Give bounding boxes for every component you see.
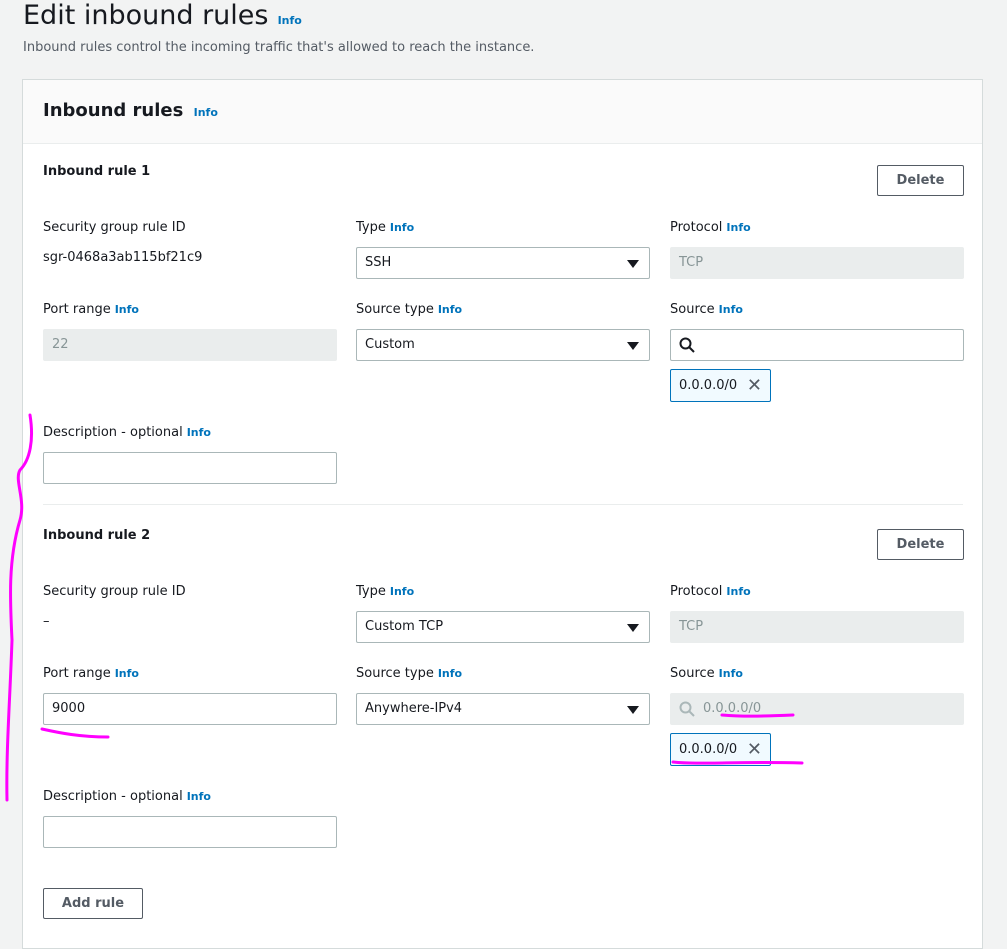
rule-2-source-type-value: Anywhere-IPv4 [365,701,463,716]
rule-2-type-value: Custom TCP [365,619,444,634]
rule-1-description-input[interactable] [43,452,337,484]
port-label-text: Port range [43,666,111,681]
protocol-label-text: Protocol [670,584,723,599]
source-info-link[interactable]: Info [719,303,743,316]
rule-1-source-label: Source Info [670,302,743,317]
rule-1-type-label: Type Info [356,220,414,235]
panel-header: Inbound rules Info [23,80,982,144]
rule-1-source-type-label: Source type Info [356,302,462,317]
rule-1-sg-id-label: Security group rule ID [43,220,186,235]
rule-1-delete-button[interactable]: Delete [877,165,964,196]
rule-1-protocol-label: Protocol Info [670,220,751,235]
rule-2-source-search: 0.0.0.0/0 [670,693,964,725]
type-label-text: Type [356,584,386,599]
description-info-link[interactable]: Info [187,790,211,803]
caret-down-icon [627,706,639,714]
rule-1-type-select[interactable]: SSH [356,247,650,279]
rule-1-sg-id-value: sgr-0468a3ab115bf21c9 [43,250,203,265]
rule-2-sg-id-value: – [43,614,50,629]
rule-2-protocol-label: Protocol Info [670,584,751,599]
inbound-rules-panel: Inbound rules Info Inbound rule 1 Delete… [22,79,983,949]
caret-down-icon [627,260,639,268]
type-label-text: Type [356,220,386,235]
protocol-label-text: Protocol [670,220,723,235]
rule-2-sg-id-label: Security group rule ID [43,584,186,599]
description-label-text: Description - optional [43,789,183,804]
source-type-info-link[interactable]: Info [438,303,462,316]
page-description: Inbound rules control the incoming traff… [23,40,535,55]
rule-2-source-type-select[interactable]: Anywhere-IPv4 [356,693,650,725]
rule-2-source-label: Source Info [670,666,743,681]
close-icon[interactable]: ✕ [747,370,762,401]
rule-1-source-token-text: 0.0.0.0/0 [679,378,738,393]
source-type-label-text: Source type [356,666,434,681]
protocol-info-link[interactable]: Info [726,585,750,598]
description-label-text: Description - optional [43,425,183,440]
rule-1-title: Inbound rule 1 [43,164,151,179]
rule-1-source-type-value: Custom [365,337,415,352]
protocol-info-link[interactable]: Info [726,221,750,234]
source-label-text: Source [670,302,715,317]
source-type-label-text: Source type [356,302,434,317]
close-icon[interactable]: ✕ [747,734,762,765]
page-info-link[interactable]: Info [278,14,302,27]
rule-2-port-input[interactable]: 9000 [43,693,337,725]
panel-title: Inbound rules Info [43,100,218,121]
rule-2-type-label: Type Info [356,584,414,599]
search-icon [679,701,695,717]
rule-2-title: Inbound rule 2 [43,528,151,543]
add-rule-button[interactable]: Add rule [43,888,143,919]
caret-down-icon [627,342,639,350]
page-title: Edit inbound rules [23,0,269,31]
type-info-link[interactable]: Info [390,585,414,598]
rule-divider [43,504,963,505]
port-info-link[interactable]: Info [115,667,139,680]
rule-2-source-token-text: 0.0.0.0/0 [679,742,738,757]
search-icon [679,337,695,353]
port-info-link[interactable]: Info [115,303,139,316]
rule-1-port-label: Port range Info [43,302,139,317]
rule-2-description-input[interactable] [43,816,337,848]
type-info-link[interactable]: Info [390,221,414,234]
description-info-link[interactable]: Info [187,426,211,439]
caret-down-icon [627,624,639,632]
rule-2-description-label: Description - optional Info [43,789,211,804]
rule-1-source-search[interactable] [670,329,964,361]
rule-1-port-field: 22 [43,329,337,361]
panel-title-text: Inbound rules [43,100,184,121]
rule-2-source-token: 0.0.0.0/0 ✕ [670,733,771,766]
source-info-link[interactable]: Info [719,667,743,680]
rule-2-port-label: Port range Info [43,666,139,681]
rule-2-source-type-label: Source type Info [356,666,462,681]
port-label-text: Port range [43,302,111,317]
panel-info-link[interactable]: Info [194,106,218,119]
rule-2-protocol-field: TCP [670,611,964,643]
rule-2-source-search-placeholder: 0.0.0.0/0 [703,701,762,716]
rule-1-source-token: 0.0.0.0/0 ✕ [670,369,771,402]
rule-1-type-value: SSH [365,255,392,270]
source-label-text: Source [670,666,715,681]
rule-1-protocol-field: TCP [670,247,964,279]
rule-1-description-label: Description - optional Info [43,425,211,440]
rule-2-delete-button[interactable]: Delete [877,529,964,560]
rule-2-type-select[interactable]: Custom TCP [356,611,650,643]
source-type-info-link[interactable]: Info [438,667,462,680]
rule-1-source-type-select[interactable]: Custom [356,329,650,361]
page-header: Edit inbound rules Info [23,0,302,31]
